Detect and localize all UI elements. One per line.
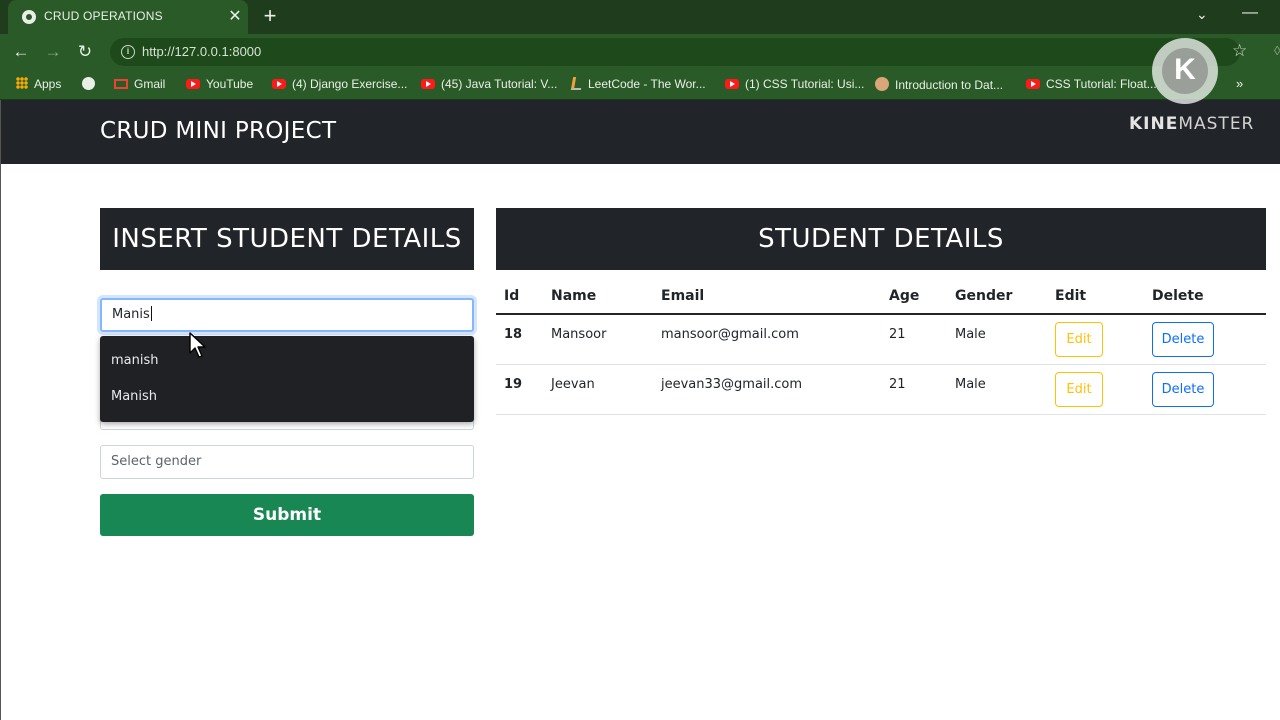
bookmark-java[interactable]: (45) Java Tutorial: V...: [421, 77, 557, 91]
navbar: CRUD MINI PROJECT: [0, 100, 1280, 164]
globe-icon: [82, 77, 95, 90]
leetcode-icon: [570, 77, 584, 90]
youtube-icon: [421, 79, 435, 89]
globe-icon: [22, 10, 36, 24]
autocomplete-option[interactable]: Manish: [111, 389, 157, 404]
delete-button[interactable]: Delete: [1152, 322, 1214, 357]
kinemaster-logo-icon: K: [1152, 38, 1218, 104]
forward-icon[interactable]: →: [42, 41, 64, 63]
cell-name: Jeevan: [551, 377, 595, 392]
cell-name: Mansoor: [551, 327, 607, 342]
table-row: 18 Mansoor mansoor@gmail.com 21 Male Edi…: [496, 315, 1266, 365]
bookmark-gmail[interactable]: Gmail: [114, 77, 165, 91]
edit-button[interactable]: Edit: [1055, 372, 1103, 407]
address-bar[interactable]: i http://127.0.0.1:8000 ◊ ↗ ☆: [110, 38, 1280, 66]
frame-edge: [0, 100, 1, 720]
name-input[interactable]: Manis: [100, 298, 474, 332]
tab-title: CRUD OPERATIONS: [44, 9, 163, 23]
col-delete: Delete: [1152, 288, 1204, 304]
bookmark-django[interactable]: (4) Django Exercise...: [272, 77, 407, 91]
minimize-icon[interactable]: —: [1242, 4, 1258, 22]
cell-id: 18: [504, 327, 523, 342]
tab-strip: CRUD OPERATIONS ✕ + ⌄ —: [0, 0, 1280, 34]
col-edit: Edit: [1055, 288, 1087, 304]
cell-id: 19: [504, 377, 523, 392]
key-icon[interactable]: ◊: [1274, 43, 1280, 58]
brand-title[interactable]: CRUD MINI PROJECT: [100, 118, 336, 144]
submit-button[interactable]: Submit: [100, 494, 474, 536]
browser-toolbar: ← → ↻ i http://127.0.0.1:8000 ◊ ↗ ☆: [0, 34, 1280, 70]
bookmark-apps[interactable]: Apps: [16, 77, 61, 91]
browser-tab[interactable]: CRUD OPERATIONS ✕: [8, 0, 248, 34]
kinemaster-watermark: KINEMASTER: [1129, 114, 1255, 134]
bookmark-intro[interactable]: Introduction to Dat...: [875, 77, 1003, 92]
cell-gender: Male: [955, 377, 986, 392]
bookmark-globe[interactable]: [82, 77, 95, 91]
chevron-down-icon[interactable]: ⌄: [1196, 6, 1208, 23]
bookmark-leetcode[interactable]: LeetCode - The Wor...: [570, 77, 706, 91]
autocomplete-dropdown: manish Manish: [100, 336, 474, 422]
bookmark-youtube[interactable]: YouTube: [186, 77, 253, 91]
cell-email: mansoor@gmail.com: [661, 327, 799, 342]
table-header: Id Name Email Age Gender Edit Delete: [496, 280, 1266, 315]
close-tab-icon[interactable]: ✕: [226, 6, 244, 26]
table-row: 19 Jeevan jeevan33@gmail.com 21 Male Edi…: [496, 365, 1266, 415]
cell-email: jeevan33@gmail.com: [661, 377, 803, 392]
cell-age: 21: [889, 377, 906, 392]
more-bookmarks-icon[interactable]: »: [1236, 76, 1243, 91]
insert-heading: INSERT STUDENT DETAILS: [100, 208, 474, 270]
youtube-icon: [1026, 79, 1040, 89]
youtube-icon: [725, 79, 739, 89]
star-icon[interactable]: ☆: [1232, 41, 1247, 61]
profile-icon: [875, 77, 889, 91]
youtube-icon: [186, 79, 200, 89]
back-icon[interactable]: ←: [10, 41, 32, 63]
col-id: Id: [504, 288, 520, 304]
gender-select[interactable]: Select gender: [100, 445, 474, 479]
new-tab-button[interactable]: +: [258, 3, 282, 29]
col-gender: Gender: [955, 288, 1013, 304]
edit-button[interactable]: Edit: [1055, 322, 1103, 357]
bookmark-css[interactable]: (1) CSS Tutorial: Usi...: [725, 77, 864, 91]
gmail-icon: [114, 79, 128, 89]
text-caret: [150, 306, 152, 321]
col-email: Email: [661, 288, 705, 304]
youtube-icon: [272, 79, 286, 89]
info-icon[interactable]: i: [121, 45, 135, 59]
autocomplete-option[interactable]: manish: [111, 353, 159, 368]
reload-icon[interactable]: ↻: [74, 41, 96, 63]
cell-gender: Male: [955, 327, 986, 342]
col-name: Name: [551, 288, 597, 304]
apps-icon: [16, 77, 28, 89]
bookmarks-bar: Apps Gmail YouTube (4) Django Exercise..…: [0, 70, 1280, 100]
bookmark-css-float[interactable]: CSS Tutorial: Float...: [1026, 77, 1157, 91]
details-heading: STUDENT DETAILS: [496, 208, 1266, 270]
col-age: Age: [889, 288, 920, 304]
cell-age: 21: [889, 327, 906, 342]
url-text[interactable]: http://127.0.0.1:8000: [142, 44, 261, 59]
delete-button[interactable]: Delete: [1152, 372, 1214, 407]
